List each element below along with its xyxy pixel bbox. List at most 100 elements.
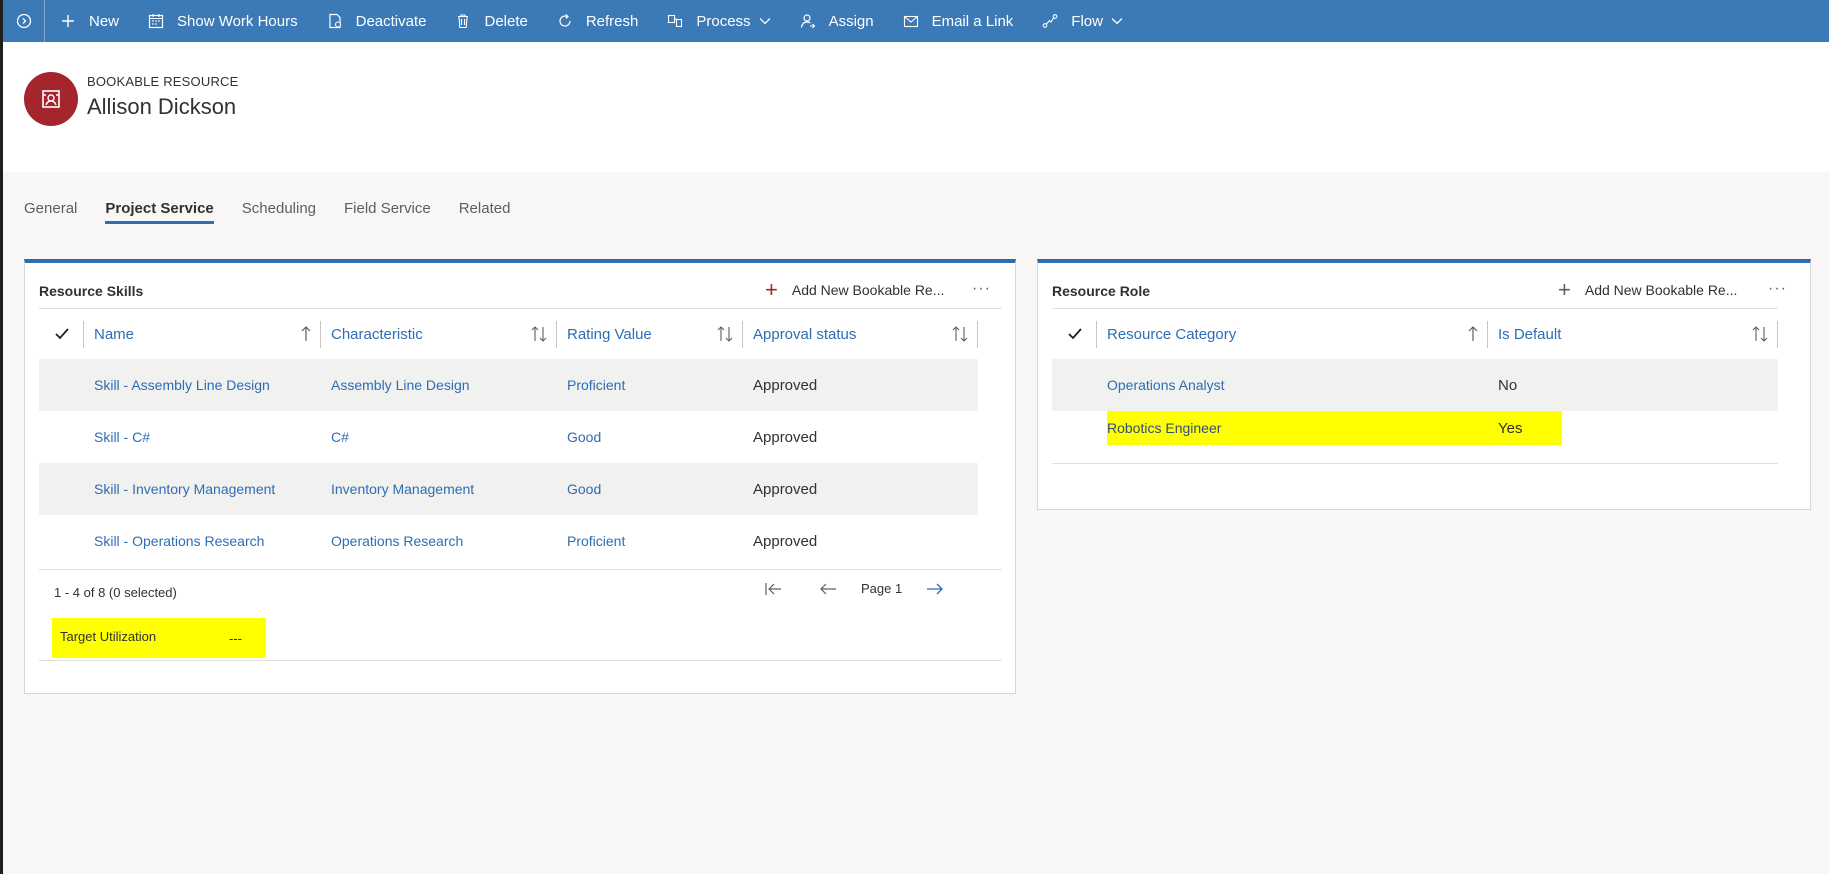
grid-footer-divider — [1052, 463, 1778, 464]
table-row[interactable]: Skill - Operations Research Operations R… — [39, 515, 978, 567]
rating-link[interactable]: Proficient — [567, 533, 753, 549]
column-header-rating-value[interactable]: Rating Value — [557, 309, 743, 359]
plus-icon: + — [765, 277, 778, 302]
flow-label: Flow — [1071, 12, 1103, 30]
column-header-approval-status[interactable]: Approval status — [743, 309, 978, 359]
form-tabs: General Project Service Scheduling Field… — [24, 200, 538, 224]
characteristic-link[interactable]: Operations Research — [331, 533, 567, 549]
resource-role-card: Resource Role + Add New Bookable Re... ·… — [1037, 259, 1811, 510]
record-header: BOOKABLE RESOURCE Allison Dickson — [3, 42, 1829, 172]
column-characteristic-label: Characteristic — [331, 325, 423, 343]
record-count: 1 - 4 of 8 (0 selected) — [54, 585, 177, 600]
resource-skills-card: Resource Skills + Add New Bookable Re...… — [24, 259, 1016, 694]
column-category-label: Resource Category — [1107, 325, 1237, 343]
chevron-down-icon — [759, 15, 771, 27]
email-a-link-label: Email a Link — [931, 12, 1014, 30]
entity-type-label: BOOKABLE RESOURCE — [87, 74, 239, 89]
select-all-checkbox[interactable] — [39, 309, 84, 359]
show-work-hours-button[interactable]: Show Work Hours — [133, 0, 312, 42]
roles-more-button[interactable]: ··· — [1768, 280, 1787, 298]
resource-role-title: Resource Role — [1052, 283, 1151, 299]
characteristic-link[interactable]: C# — [331, 429, 567, 445]
add-skill-button[interactable]: + Add New Bookable Re... — [765, 279, 944, 301]
resource-skills-title: Resource Skills — [39, 283, 144, 299]
assign-button[interactable]: Assign — [785, 0, 888, 42]
table-row[interactable]: Skill - Inventory Management Inventory M… — [39, 463, 978, 515]
tab-general[interactable]: General — [24, 200, 77, 223]
column-header-name[interactable]: Name — [84, 309, 321, 359]
add-role-label: Add New Bookable Re... — [1584, 282, 1738, 298]
table-row[interactable]: Operations Analyst No — [1052, 359, 1778, 411]
skills-more-button[interactable]: ··· — [972, 280, 991, 298]
sort-icon — [717, 326, 733, 342]
skill-name-link[interactable]: Skill - Operations Research — [94, 533, 331, 549]
table-row[interactable]: Skill - C# C# Good Approved — [39, 411, 978, 463]
deactivate-label: Deactivate — [355, 12, 427, 30]
grid-footer-divider — [39, 569, 1002, 570]
column-approval-label: Approval status — [753, 325, 857, 343]
sort-ascending-icon — [1468, 326, 1478, 342]
chevron-circle-icon — [16, 13, 31, 29]
next-page-icon[interactable] — [926, 582, 944, 596]
bookable-resource-icon — [42, 90, 60, 108]
approval-status: Approved — [753, 428, 818, 446]
skill-name-link[interactable]: Skill - Inventory Management — [94, 481, 331, 497]
sort-icon — [531, 326, 547, 342]
column-header-is-default[interactable]: Is Default — [1488, 309, 1778, 359]
characteristic-link[interactable]: Inventory Management — [331, 481, 567, 497]
table-row[interactable]: Robotics Engineer Yes — [1052, 411, 1778, 445]
rating-link[interactable]: Good — [567, 481, 753, 497]
skill-name-link[interactable]: Skill - Assembly Line Design — [94, 377, 331, 393]
skills-grid-header: Name Characteristic Rating Value Approva… — [39, 308, 1002, 359]
tab-scheduling[interactable]: Scheduling — [242, 200, 316, 223]
sort-icon — [1752, 326, 1768, 342]
previous-page-icon[interactable] — [819, 582, 837, 596]
tab-project-service[interactable]: Project Service — [105, 200, 215, 224]
process-button[interactable]: Process — [652, 0, 784, 42]
deactivate-button[interactable]: Deactivate — [312, 0, 441, 42]
select-all-checkbox[interactable] — [1052, 309, 1097, 359]
skills-grid: Name Characteristic Rating Value Approva… — [39, 308, 1002, 578]
flow-button[interactable]: Flow — [1027, 0, 1137, 42]
rating-link[interactable]: Good — [567, 429, 753, 445]
flow-icon — [1041, 12, 1059, 30]
calendar-icon — [147, 12, 165, 30]
tab-related[interactable]: Related — [459, 200, 511, 223]
first-page-icon[interactable] — [765, 582, 783, 596]
checkmark-icon — [54, 328, 69, 340]
command-bar: New Show Work Hours Deactivate Delete Re… — [3, 0, 1829, 42]
tab-field-service[interactable]: Field Service — [344, 200, 431, 223]
refresh-button[interactable]: Refresh — [542, 0, 653, 42]
checkmark-icon — [1067, 328, 1082, 340]
chevron-down-icon — [1111, 15, 1123, 27]
trash-icon — [454, 12, 472, 30]
nav-expand-button[interactable] — [3, 0, 45, 42]
table-row[interactable]: Skill - Assembly Line Design Assembly Li… — [39, 359, 978, 411]
resource-category-link[interactable]: Operations Analyst — [1107, 377, 1498, 393]
target-utilization-label: Target Utilization — [60, 629, 157, 644]
approval-status: Approved — [753, 376, 818, 394]
delete-button[interactable]: Delete — [440, 0, 541, 42]
email-link-icon — [902, 12, 920, 30]
rating-link[interactable]: Proficient — [567, 377, 753, 393]
approval-status: Approved — [753, 532, 818, 550]
new-label: New — [89, 12, 120, 30]
approval-status: Approved — [753, 480, 818, 498]
column-header-resource-category[interactable]: Resource Category — [1097, 309, 1488, 359]
show-work-hours-label: Show Work Hours — [177, 12, 298, 30]
new-button[interactable]: New — [45, 0, 133, 42]
target-utilization-value[interactable]: --- — [229, 631, 242, 646]
entity-avatar — [24, 72, 78, 126]
add-role-button[interactable]: + Add New Bookable Re... — [1558, 279, 1737, 301]
delete-label: Delete — [484, 12, 528, 30]
column-header-characteristic[interactable]: Characteristic — [321, 309, 557, 359]
page-indicator: Page 1 — [861, 581, 903, 596]
column-rating-label: Rating Value — [567, 325, 652, 343]
resource-category-link[interactable]: Robotics Engineer — [1107, 420, 1498, 436]
pagination: Page 1 — [765, 581, 944, 596]
characteristic-link[interactable]: Assembly Line Design — [331, 377, 567, 393]
skill-name-link[interactable]: Skill - C# — [94, 429, 331, 445]
process-icon — [666, 12, 684, 30]
email-a-link-button[interactable]: Email a Link — [888, 0, 1028, 42]
roles-grid: Resource Category Is Default Operations … — [1052, 308, 1778, 478]
